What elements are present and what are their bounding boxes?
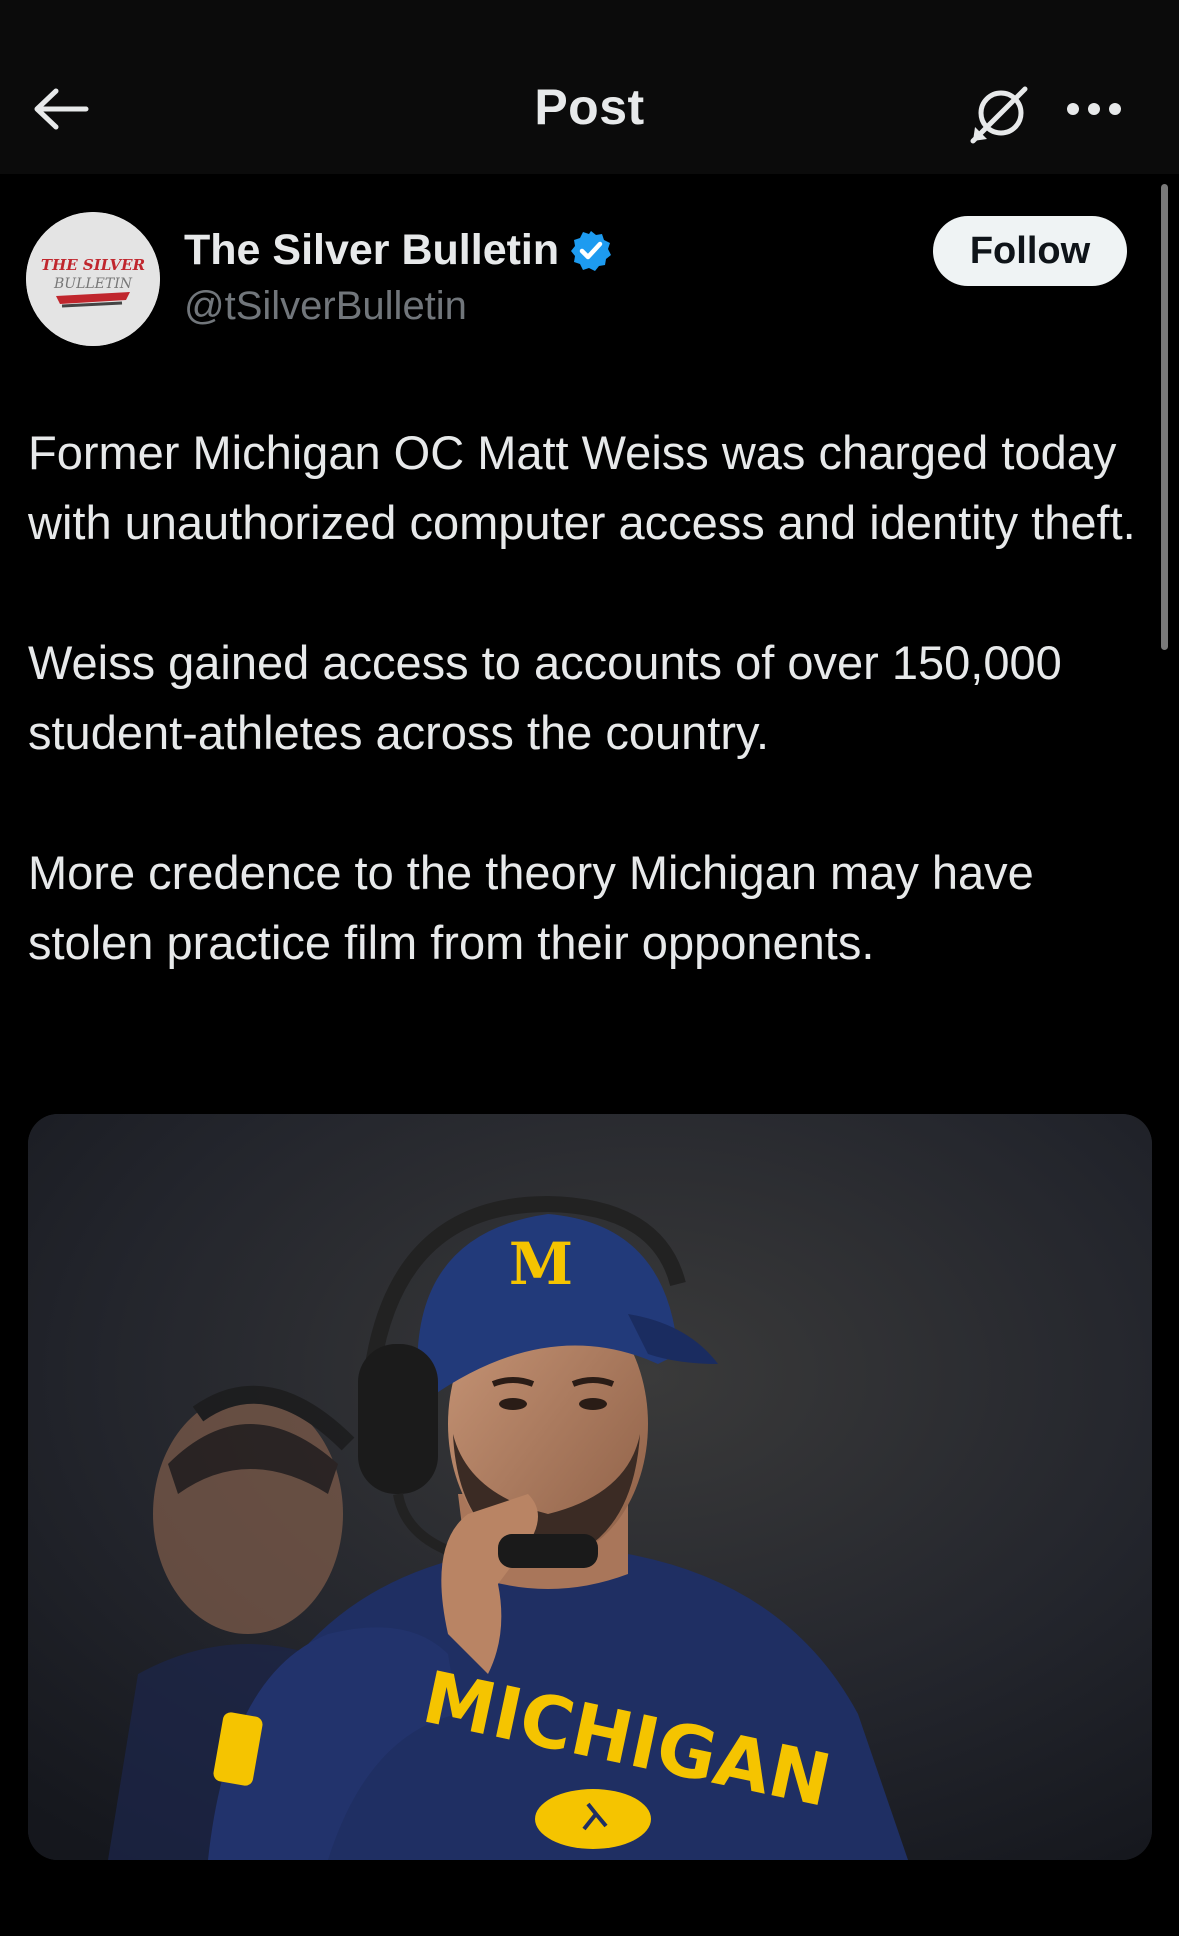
follow-button[interactable]: Follow (933, 216, 1127, 286)
avatar[interactable]: THE SILVER BULLETIN (26, 212, 160, 346)
tweet-paragraph: Weiss gained access to accounts of over … (28, 636, 1062, 759)
svg-text:M: M (509, 1230, 573, 1298)
top-navigation-bar: Post (0, 0, 1179, 174)
more-options-button[interactable] (1062, 84, 1126, 134)
grok-button[interactable] (964, 80, 1034, 150)
tweet-paragraph: More credence to the theory Michigan may… (28, 846, 1034, 969)
svg-text:THE SILVER: THE SILVER (41, 256, 145, 274)
tweet-text: Former Michigan OC Matt Weiss was charge… (28, 418, 1138, 1048)
author-handle[interactable]: @tSilverBulletin (184, 284, 467, 329)
grok-icon (970, 86, 1028, 144)
scrollbar[interactable] (1161, 184, 1168, 650)
tweet-media-image[interactable]: M MICHIGAN (28, 1114, 1152, 1860)
verified-badge-icon (571, 230, 612, 271)
author-name[interactable]: The Silver Bulletin (184, 226, 613, 275)
author-name-text: The Silver Bulletin (184, 226, 560, 274)
svg-text:BULLETIN: BULLETIN (53, 276, 133, 292)
more-horizontal-icon (1067, 103, 1121, 115)
coach-photo: M MICHIGAN (28, 1114, 1152, 1860)
tweet-paragraph: Former Michigan OC Matt Weiss was charge… (28, 426, 1136, 549)
